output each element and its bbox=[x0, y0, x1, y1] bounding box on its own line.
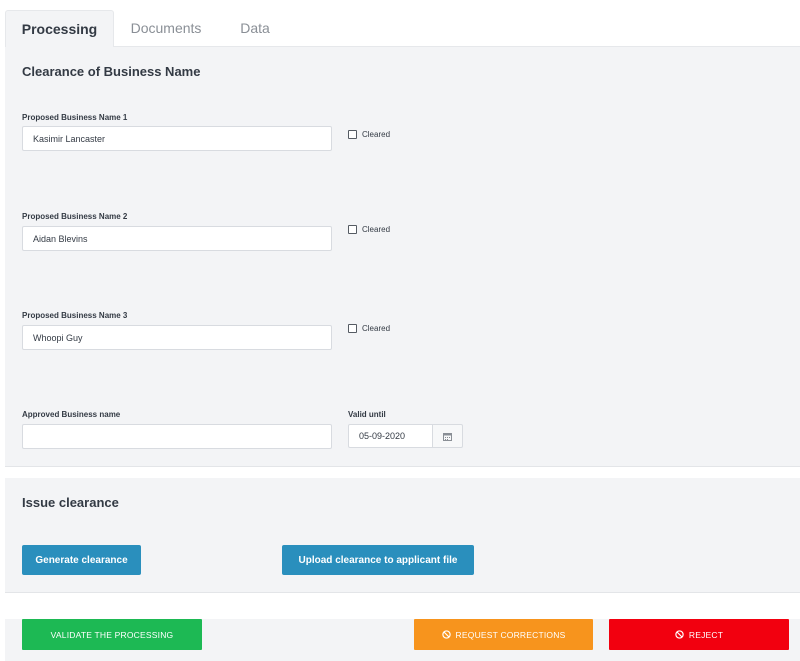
checkbox-icon[interactable] bbox=[348, 324, 357, 333]
tab-data[interactable]: Data bbox=[227, 10, 283, 47]
validate-processing-button[interactable]: VALIDATE THE PROCESSING bbox=[22, 619, 202, 650]
valid-until-input[interactable] bbox=[348, 424, 433, 448]
ban-icon bbox=[441, 630, 451, 639]
proposed-name-3-input[interactable] bbox=[22, 325, 332, 350]
clearance-panel: Clearance of Business Name Proposed Busi… bbox=[5, 47, 800, 467]
calendar-icon bbox=[443, 432, 452, 441]
upload-clearance-button[interactable]: Upload clearance to applicant file bbox=[282, 545, 474, 575]
proposed-name-1-label: Proposed Business Name 1 bbox=[22, 113, 128, 122]
proposed-name-2-label: Proposed Business Name 2 bbox=[22, 212, 128, 221]
checkbox-icon[interactable] bbox=[348, 225, 357, 234]
tab-bar: Processing Documents Data bbox=[5, 10, 800, 48]
clearance-title: Clearance of Business Name bbox=[22, 64, 201, 79]
cleared-label-3: Cleared bbox=[362, 324, 391, 333]
proposed-name-2-input[interactable] bbox=[22, 226, 332, 251]
reject-label: REJECT bbox=[688, 629, 724, 640]
cleared-label-1: Cleared bbox=[362, 130, 391, 139]
request-corrections-button[interactable]: REQUEST CORRECTIONS bbox=[414, 619, 593, 650]
cleared-checkbox-2[interactable]: Cleared bbox=[348, 225, 390, 234]
cleared-checkbox-3[interactable]: Cleared bbox=[348, 324, 390, 333]
generate-clearance-button[interactable]: Generate clearance bbox=[22, 545, 141, 575]
issue-clearance-title: Issue clearance bbox=[22, 495, 119, 510]
valid-until-label: Valid until bbox=[348, 410, 386, 419]
date-picker-button[interactable] bbox=[433, 424, 463, 448]
tab-documents[interactable]: Documents bbox=[120, 10, 212, 47]
checkbox-icon[interactable] bbox=[348, 130, 357, 139]
issue-clearance-panel: Issue clearance Generate clearance Uploa… bbox=[5, 478, 800, 593]
request-corrections-label: REQUEST CORRECTIONS bbox=[455, 629, 566, 640]
cleared-checkbox-1[interactable]: Cleared bbox=[348, 130, 390, 139]
action-bar: VALIDATE THE PROCESSING REQUEST CORRECTI… bbox=[5, 619, 800, 661]
approved-name-input[interactable] bbox=[22, 424, 332, 449]
ban-icon bbox=[675, 630, 684, 639]
tab-processing[interactable]: Processing bbox=[5, 10, 114, 48]
cleared-label-2: Cleared bbox=[362, 225, 391, 234]
proposed-name-1-input[interactable] bbox=[22, 126, 332, 151]
reject-button[interactable]: REJECT bbox=[609, 619, 789, 650]
approved-name-label: Approved Business name bbox=[22, 410, 121, 419]
proposed-name-3-label: Proposed Business Name 3 bbox=[22, 311, 128, 320]
